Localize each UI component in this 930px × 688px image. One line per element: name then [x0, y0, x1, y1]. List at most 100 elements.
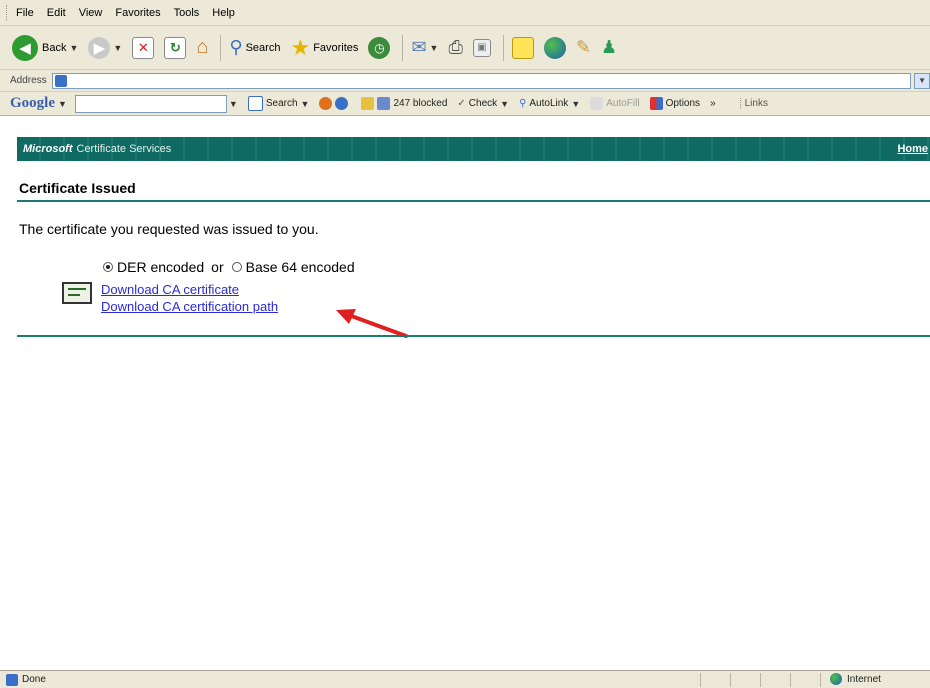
sticky-note-icon: [511, 36, 534, 59]
edit-page-icon: ▣: [472, 38, 491, 57]
der-label[interactable]: DER encoded: [117, 259, 204, 275]
toolbar-separator: [220, 34, 222, 61]
news-icon: [335, 97, 349, 110]
menu-bar: File Edit View Favorites Tools Help: [0, 0, 930, 26]
menu-view[interactable]: View: [79, 7, 103, 19]
messenger-button[interactable]: ♟: [601, 37, 617, 58]
autolink-dropdown-icon[interactable]: ▼: [571, 99, 580, 109]
globe-button[interactable]: [543, 36, 566, 59]
status-panel: [730, 672, 731, 687]
menu-help[interactable]: Help: [212, 7, 235, 19]
back-button[interactable]: ◀ Back ▼: [12, 34, 78, 61]
blocked-count: 247 blocked: [393, 98, 448, 109]
address-bar: Address ▼: [0, 70, 930, 92]
autolink-label: AutoLink: [529, 98, 569, 109]
research-icon: ✎: [575, 37, 591, 57]
menu-edit[interactable]: Edit: [47, 7, 66, 19]
links-toolbar[interactable]: Links: [739, 98, 768, 109]
favorites-button[interactable]: ★ Favorites: [290, 35, 358, 61]
content-divider: [17, 335, 930, 337]
status-bar: Done Internet: [0, 670, 930, 688]
mail-dropdown-icon[interactable]: ▼: [430, 43, 439, 53]
stop-icon: ✕: [132, 36, 155, 59]
toolbar-grip[interactable]: [6, 5, 10, 21]
autofill-button[interactable]: AutoFill: [590, 97, 640, 110]
forward-dropdown-icon[interactable]: ▼: [113, 43, 122, 53]
download-ca-certification-path-link[interactable]: Download CA certification path: [101, 299, 278, 314]
zone-label: Internet: [847, 673, 881, 685]
toolbar-separator: [402, 34, 404, 61]
der-radio[interactable]: [103, 262, 113, 272]
base64-label[interactable]: Base 64 encoded: [246, 259, 355, 275]
status-panel: [700, 672, 701, 687]
status-panel: [760, 672, 761, 687]
red-arrow-annotation: [336, 309, 408, 338]
stop-button[interactable]: ✕: [132, 36, 155, 59]
google-logo[interactable]: Google: [10, 95, 55, 112]
autolink-button[interactable]: ⚲ AutoLink ▼: [519, 98, 580, 109]
popup-blocker-button[interactable]: 247 blocked: [361, 97, 447, 110]
or-label: or: [211, 259, 224, 275]
search-icon: ⚲: [229, 37, 243, 57]
globe-icon: [543, 36, 566, 59]
home-button[interactable]: ⌂: [196, 36, 208, 59]
menu-favorites[interactable]: Favorites: [115, 7, 160, 19]
page-title: Certificate Issued: [19, 180, 136, 196]
home-icon: ⌂: [196, 36, 209, 58]
download-ca-certificate-link[interactable]: Download CA certificate: [101, 282, 239, 297]
search-button[interactable]: ⚲ Search: [229, 37, 280, 58]
popup-blocker-icon: [377, 97, 391, 110]
check-label: Check: [468, 98, 498, 109]
address-label: Address: [10, 75, 47, 86]
page-icon: [54, 74, 67, 87]
notes-button[interactable]: [511, 36, 534, 59]
status-done: Done: [6, 673, 46, 686]
banner-service: Certificate Services: [76, 143, 172, 155]
google-g-icon: [247, 96, 263, 111]
back-dropdown-icon[interactable]: ▼: [69, 43, 78, 53]
highlight-icon: [361, 97, 375, 110]
history-icon: ◷: [368, 36, 391, 59]
base64-radio[interactable]: [231, 262, 242, 272]
toolbar-separator: [502, 34, 504, 61]
back-label: Back: [42, 41, 67, 54]
pagerank-button[interactable]: [319, 97, 351, 110]
edit-button[interactable]: ▣: [472, 38, 491, 57]
autofill-label: AutoFill: [606, 98, 640, 109]
mail-button[interactable]: ✉ ▼: [411, 37, 438, 58]
favorites-label: Favorites: [313, 41, 359, 54]
refresh-button[interactable]: ↻: [164, 36, 187, 59]
print-button[interactable]: ⎙: [448, 37, 462, 58]
banner-brand: Microsoft: [23, 143, 73, 155]
favorites-star-icon: ★: [290, 34, 311, 60]
google-search-dropdown-icon[interactable]: ▼: [229, 99, 238, 109]
internet-zone-icon: [830, 673, 842, 685]
security-zone: Internet: [830, 673, 881, 685]
history-button[interactable]: ◷: [368, 36, 391, 59]
certificate-services-banner: Microsoft Certificate Services Home: [17, 137, 930, 161]
google-menu-dropdown-icon[interactable]: ▼: [58, 99, 67, 109]
autolink-icon: ⚲: [519, 98, 527, 109]
back-arrow-icon: ◀: [12, 34, 38, 61]
status-panel: [790, 672, 791, 687]
menu-tools[interactable]: Tools: [174, 7, 200, 19]
spellcheck-icon: ✓: [457, 98, 466, 109]
google-search-input[interactable]: [74, 94, 227, 113]
address-input[interactable]: [51, 72, 912, 89]
google-search-label: Search: [265, 98, 298, 109]
certificate-icon: [62, 282, 92, 304]
address-dropdown-icon[interactable]: ▼: [914, 72, 930, 89]
encoding-options: DER encoded or Base 64 encoded: [103, 259, 355, 275]
google-search-options-icon[interactable]: ▼: [301, 99, 310, 109]
forward-button[interactable]: ▶ ▼: [88, 36, 122, 59]
menu-file[interactable]: File: [16, 7, 34, 19]
options-button[interactable]: Options: [649, 97, 700, 110]
google-toolbar: Google ▼ ▼ Search ▼ 247 blocked ✓ Check …: [0, 92, 930, 116]
home-link[interactable]: Home: [897, 143, 928, 155]
status-panel: [820, 672, 821, 687]
check-dropdown-icon[interactable]: ▼: [500, 99, 509, 109]
spellcheck-button[interactable]: ✓ Check ▼: [457, 98, 509, 109]
toolbar-overflow-icon[interactable]: »: [710, 98, 716, 109]
google-search-button[interactable]: Search ▼: [247, 96, 310, 111]
research-button[interactable]: ✎: [576, 37, 591, 58]
